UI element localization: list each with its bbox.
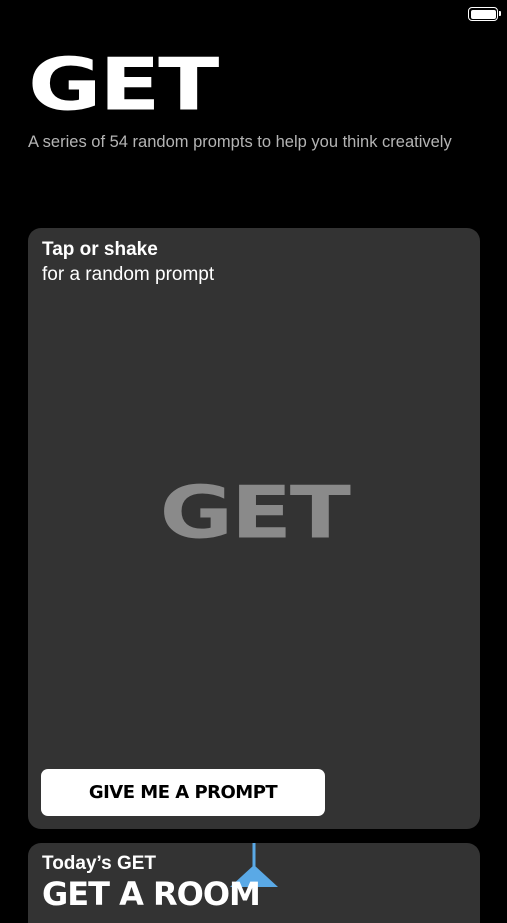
prompt-card-subtitle: for a random prompt <box>42 264 215 285</box>
app-tagline: A series of 54 random prompts to help yo… <box>28 133 452 151</box>
app-logo: GET <box>28 42 219 127</box>
status-bar <box>0 0 507 30</box>
prompt-card-logo: GET <box>28 472 480 554</box>
todays-get-card[interactable]: Today’s GET GET A ROOM <box>28 843 480 923</box>
todays-get-prompt: GET A ROOM <box>42 875 261 913</box>
random-prompt-card[interactable]: Tap or shake for a random prompt GET GIV… <box>28 228 480 829</box>
todays-get-label: Today’s GET <box>42 853 157 874</box>
battery-icon <box>468 7 501 21</box>
battery-tip <box>499 11 501 16</box>
prompt-card-title: Tap or shake <box>42 239 158 260</box>
give-me-a-prompt-button[interactable]: GIVE ME A PROMPT <box>41 769 325 816</box>
prompt-card-logo-text: GET <box>159 470 351 555</box>
battery-level-fill <box>470 9 496 19</box>
